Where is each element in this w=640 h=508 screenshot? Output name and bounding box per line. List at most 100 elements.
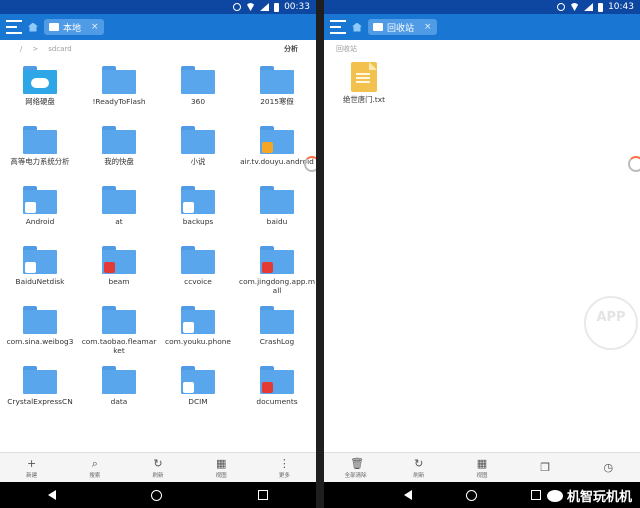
close-icon[interactable]: × <box>91 22 99 32</box>
action-label: 刷新 <box>413 472 425 479</box>
folder-item[interactable]: documents <box>239 366 315 406</box>
folder-label: 我的快盘 <box>104 157 134 166</box>
status-bar: 00:33 <box>0 0 316 14</box>
breadcrumb-root[interactable]: / <box>20 45 22 53</box>
home-icon[interactable] <box>28 22 38 32</box>
folder-label: com.jingdong.app.mall <box>239 277 316 295</box>
wifi-icon <box>570 3 580 11</box>
more-button[interactable]: ⋮ 更多 <box>264 458 304 479</box>
recent-apps-icon[interactable] <box>258 490 269 500</box>
breadcrumb-current[interactable]: sdcard <box>48 45 71 53</box>
folder-label: data <box>110 397 128 406</box>
folder-item[interactable]: 360 <box>160 66 236 106</box>
folder-item[interactable]: CrashLog <box>239 306 315 346</box>
plus-icon: + <box>26 456 37 470</box>
folder-label: 高等电力系统分析 <box>10 157 70 166</box>
back-icon[interactable] <box>404 490 412 500</box>
folder-item[interactable]: 2015寒假 <box>239 66 315 106</box>
recent-apps-icon[interactable] <box>531 490 541 500</box>
folder-item[interactable]: at <box>81 186 157 226</box>
folder-label: CrystalExpressCN <box>7 397 73 406</box>
folder-icon <box>102 366 136 394</box>
close-icon[interactable]: × <box>424 22 432 32</box>
action-label: 更多 <box>278 472 290 479</box>
folder-item[interactable]: 高等电力系统分析 <box>2 126 78 166</box>
jd-icon <box>262 262 273 273</box>
camera-icon <box>183 382 194 393</box>
trash-icon <box>373 23 383 31</box>
breadcrumb-current[interactable]: 回收站 <box>336 44 357 54</box>
action-label: 刷新 <box>152 472 164 479</box>
view-button[interactable]: ▦ 视图 <box>201 458 241 479</box>
folder-icon <box>181 66 215 94</box>
refresh-icon: ↻ <box>153 456 163 470</box>
folder-item[interactable]: 小说 <box>160 126 236 166</box>
folder-label: CrashLog <box>259 337 295 346</box>
folder-label: backups <box>182 217 214 226</box>
folder-item[interactable]: baidu <box>239 186 315 226</box>
folder-item[interactable]: !ReadyToFlash <box>81 66 157 106</box>
breadcrumb: 回收站 <box>324 40 640 58</box>
folder-item[interactable]: DCIM <box>160 366 236 406</box>
windows-button[interactable]: ❐ <box>525 462 565 475</box>
folder-icon <box>23 126 57 154</box>
folder-item[interactable]: data <box>81 366 157 406</box>
folder-item[interactable]: 网络硬盘 <box>2 66 78 106</box>
folder-item[interactable]: com.sina.weibog3 <box>2 306 78 346</box>
txt-file-icon <box>351 62 377 92</box>
home-circle-icon[interactable] <box>151 489 163 501</box>
analyze-button[interactable]: 分析 <box>284 44 298 54</box>
home-icon[interactable] <box>352 22 362 32</box>
home-circle-icon[interactable] <box>466 489 477 501</box>
folder-item[interactable]: backups <box>160 186 236 226</box>
folder-item[interactable]: ccvoice <box>160 246 236 286</box>
back-icon[interactable] <box>47 490 56 500</box>
file-label: 绝世唐门.txt <box>342 95 386 104</box>
folder-item[interactable]: com.jingdong.app.mall <box>239 246 315 295</box>
search-button[interactable]: ⌕ 搜索 <box>75 458 115 479</box>
plus-button[interactable]: + 新建 <box>12 458 52 479</box>
file-item[interactable]: 绝世唐门.txt <box>326 62 402 104</box>
action-label: 新建 <box>26 472 38 479</box>
refresh-button[interactable]: ↻ 刷新 <box>399 458 439 479</box>
loading-spinner <box>304 156 316 172</box>
folder-item[interactable]: BaiduNetdisk <box>2 246 78 286</box>
menu-icon[interactable] <box>330 20 346 34</box>
history-button[interactable]: ◷ <box>588 462 628 475</box>
tab-recycle-bin[interactable]: 回收站 × <box>368 19 437 35</box>
folder-item[interactable]: com.youku.phone <box>160 306 236 346</box>
folder-label: Android <box>25 217 55 226</box>
status-time: 00:33 <box>284 2 310 12</box>
trash-icon: 🗑 <box>350 456 365 470</box>
folder-label: com.taobao.fleamarket <box>81 337 157 355</box>
folder-icon <box>23 366 57 394</box>
folder-label: baidu <box>266 217 288 226</box>
folder-label: com.sina.weibog3 <box>6 337 74 346</box>
signal-icon <box>260 3 270 11</box>
action-label: 全部清除 <box>344 472 367 479</box>
folder-icon <box>102 186 136 214</box>
folder-icon <box>102 126 136 154</box>
action-label: 搜索 <box>89 472 101 479</box>
action-label: 视图 <box>476 472 488 479</box>
folder-icon <box>181 306 215 334</box>
folder-label: 2015寒假 <box>260 97 294 106</box>
toolbar: 本地 × <box>0 14 316 40</box>
folder-icon <box>260 306 294 334</box>
folder-item[interactable]: Android <box>2 186 78 226</box>
folder-item[interactable]: beam <box>81 246 157 286</box>
system-navbar <box>0 482 316 508</box>
folder-item[interactable]: com.taobao.fleamarket <box>81 306 157 355</box>
refresh-button[interactable]: ↻ 刷新 <box>138 458 178 479</box>
folder-item[interactable]: CrystalExpressCN <box>2 366 78 406</box>
folder-icon <box>260 186 294 214</box>
status-time: 10:43 <box>608 2 634 12</box>
tab-local[interactable]: 本地 × <box>44 19 104 35</box>
menu-icon[interactable] <box>6 20 22 34</box>
folder-icon <box>181 186 215 214</box>
view-button[interactable]: ▦ 视图 <box>462 458 502 479</box>
folder-label: DCIM <box>188 397 208 406</box>
cloud-icon <box>31 78 49 88</box>
trash-button[interactable]: 🗑 全部清除 <box>336 458 376 479</box>
folder-item[interactable]: 我的快盘 <box>81 126 157 166</box>
